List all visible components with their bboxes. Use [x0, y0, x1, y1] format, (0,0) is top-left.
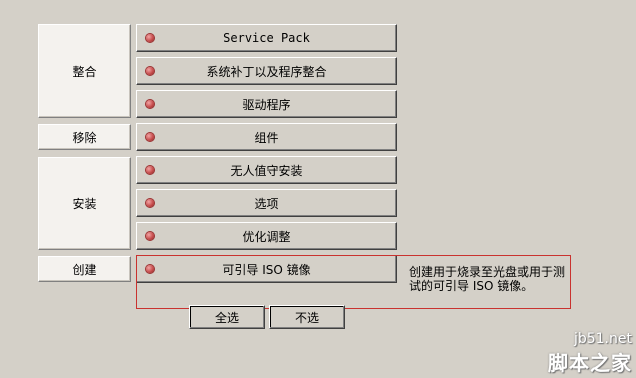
group-remove-label: 移除: [72, 130, 97, 145]
group-integrate[interactable]: 整合: [38, 24, 131, 118]
task-label: 驱动程序: [242, 97, 291, 112]
bullet-icon: [146, 67, 154, 75]
group-setup-label: 安装: [72, 197, 97, 211]
bullet-icon: [146, 133, 154, 141]
task-components[interactable]: 组件: [136, 123, 397, 151]
task-unattended[interactable]: 无人值守安装: [136, 156, 397, 184]
task-label: 组件: [254, 130, 279, 145]
task-hotfixes-addons[interactable]: 系统补丁以及程序整合: [136, 57, 397, 85]
bullet-icon: [146, 199, 154, 207]
task-label: 选项: [254, 196, 279, 211]
task-drivers[interactable]: 驱动程序: [136, 90, 397, 118]
select-none-label: 不选: [294, 310, 319, 325]
task-description: 创建用于烧录至光盘或用于测试的可引导 ISO 镜像。: [409, 265, 566, 293]
group-setup[interactable]: 安装: [38, 157, 131, 250]
group-remove[interactable]: 移除: [38, 124, 131, 150]
group-create[interactable]: 创建: [38, 256, 131, 282]
bullet-icon: [146, 166, 154, 174]
bullet-icon: [146, 100, 154, 108]
task-label: 系统补丁以及程序整合: [206, 64, 327, 79]
select-none-button[interactable]: 不选: [269, 305, 345, 329]
watermark-site: jb51.net: [573, 331, 632, 347]
watermark: jb51.net 脚本之家: [548, 331, 632, 376]
watermark-brand: 脚本之家: [548, 351, 632, 375]
task-options[interactable]: 选项: [136, 189, 397, 217]
select-all-label: 全选: [214, 310, 239, 325]
task-label: Service Pack: [223, 31, 310, 45]
task-label: 无人值守安装: [230, 163, 303, 178]
group-integrate-label: 整合: [72, 64, 97, 79]
select-all-button[interactable]: 全选: [189, 305, 265, 329]
bullet-icon: [146, 232, 154, 240]
group-create-label: 创建: [72, 262, 97, 277]
bullet-icon: [146, 34, 154, 42]
task-tweaks[interactable]: 优化调整: [136, 222, 397, 250]
task-label: 优化调整: [242, 229, 291, 244]
task-service-pack[interactable]: Service Pack: [136, 24, 397, 52]
